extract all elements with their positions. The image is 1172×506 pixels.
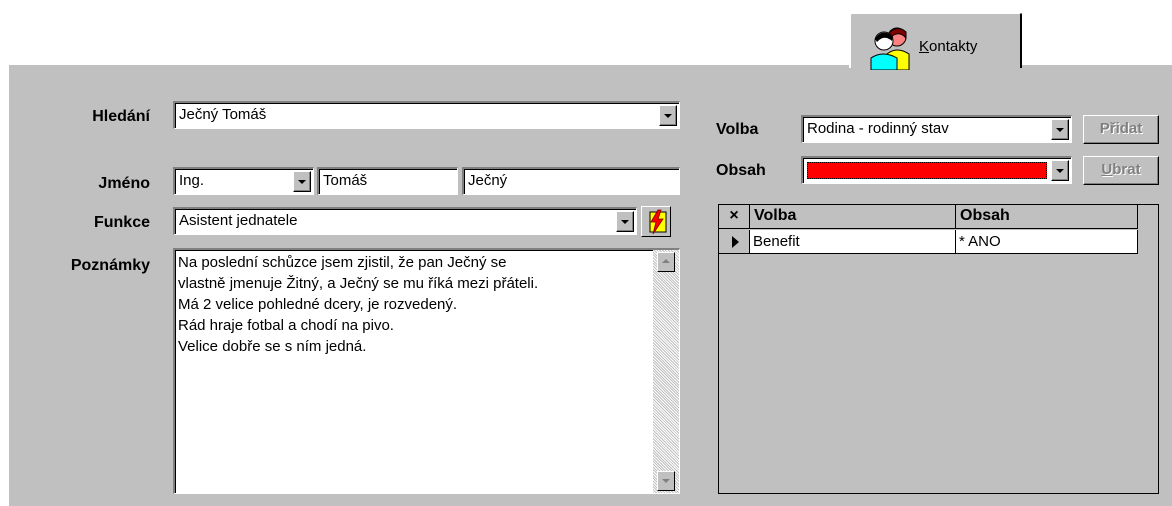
last-name-value: Ječný bbox=[468, 172, 508, 189]
last-name-field[interactable]: Ječný bbox=[462, 167, 680, 195]
volba-label: Volba bbox=[716, 121, 759, 138]
title-value: Ing. bbox=[179, 172, 205, 189]
people-icon bbox=[870, 27, 910, 70]
notes-line: Rád hraje fotbal a chodí na pivo. bbox=[178, 317, 394, 334]
remove-button[interactable]: Ubrat bbox=[1083, 156, 1159, 185]
remove-button-mnemonic: U bbox=[1101, 161, 1113, 178]
options-grid[interactable]: × Volba Obsah Benefit * ANO bbox=[718, 204, 1159, 494]
function-label: Funkce bbox=[93, 214, 150, 231]
tab-label-rest: ontakty bbox=[929, 38, 978, 55]
tab-kontakty[interactable]: Kontakty bbox=[849, 12, 1022, 70]
scroll-up-button[interactable] bbox=[657, 252, 675, 272]
tab-label-mnemonic: K bbox=[919, 38, 930, 55]
lightning-page-icon bbox=[649, 209, 667, 235]
grid-header-obsah[interactable]: Obsah bbox=[956, 205, 1138, 229]
title-combobox[interactable]: Ing. bbox=[173, 167, 314, 195]
grid-corner[interactable]: × bbox=[719, 205, 750, 229]
volba-dropdown-button[interactable] bbox=[1051, 119, 1069, 140]
first-name-value: Tomáš bbox=[323, 172, 368, 189]
function-dropdown-button[interactable] bbox=[616, 211, 634, 232]
search-value: Ječný Tomáš bbox=[179, 106, 267, 123]
notes-label: Poznámky bbox=[70, 257, 150, 274]
obsah-label: Obsah bbox=[716, 162, 766, 179]
notes-scrollbar[interactable] bbox=[653, 250, 679, 493]
name-label: Jméno bbox=[98, 175, 150, 192]
notes-line: vlastně jmenuje Žitný, a Ječný se mu řík… bbox=[178, 275, 539, 292]
remove-button-rest: brat bbox=[1112, 161, 1141, 178]
row-indicator[interactable] bbox=[719, 230, 750, 254]
title-dropdown-button[interactable] bbox=[293, 171, 311, 192]
volba-combobox[interactable]: Rodina - rodinný stav bbox=[801, 115, 1072, 143]
add-button[interactable]: Přidat bbox=[1083, 115, 1159, 144]
obsah-color-value bbox=[807, 162, 1047, 179]
first-name-field[interactable]: Tomáš bbox=[317, 167, 458, 195]
search-dropdown-button[interactable] bbox=[659, 105, 677, 126]
notes-line: Na poslední schůzce jsem zjistil, že pan… bbox=[178, 254, 507, 271]
search-label: Hledání bbox=[92, 108, 150, 125]
scroll-down-button[interactable] bbox=[657, 471, 675, 491]
obsah-dropdown-button[interactable] bbox=[1051, 160, 1069, 181]
notes-textarea[interactable]: Na poslední schůzce jsem zjistil, že pan… bbox=[173, 248, 680, 494]
notes-line: Má 2 velice pohledné dcery, je rozvedený… bbox=[178, 296, 458, 313]
row-pointer-icon bbox=[732, 236, 739, 248]
obsah-combobox[interactable] bbox=[801, 156, 1072, 184]
function-action-button[interactable] bbox=[641, 206, 671, 237]
grid-header-volba[interactable]: Volba bbox=[750, 205, 956, 229]
cell-volba[interactable]: Benefit bbox=[750, 230, 956, 254]
notes-line: Velice dobře se s ním jedná. bbox=[178, 338, 367, 355]
search-combobox[interactable]: Ječný Tomáš bbox=[173, 101, 680, 129]
function-combobox[interactable]: Asistent jednatele bbox=[173, 207, 637, 235]
volba-value: Rodina - rodinný stav bbox=[807, 120, 949, 137]
tab-label: Kontakty bbox=[919, 38, 977, 55]
function-value: Asistent jednatele bbox=[179, 212, 298, 229]
cell-obsah[interactable]: * ANO bbox=[956, 230, 1138, 254]
add-button-label: Přidat bbox=[1099, 120, 1143, 137]
notes-text: Na poslední schůzce jsem zjistil, že pan… bbox=[178, 252, 648, 357]
